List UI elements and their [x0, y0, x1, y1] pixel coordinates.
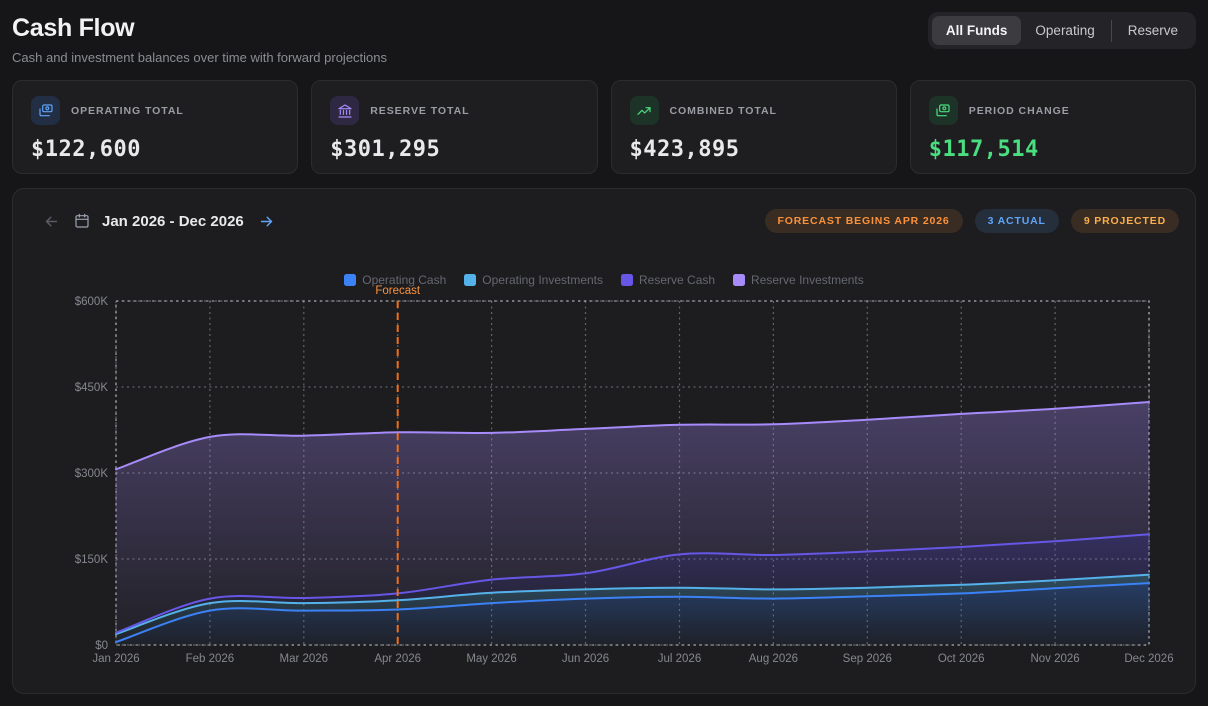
svg-text:Jun 2026: Jun 2026	[562, 653, 609, 665]
trending-up-icon	[630, 96, 659, 125]
banknotes-icon	[929, 96, 958, 125]
calendar-icon	[74, 213, 90, 229]
stat-card-period-change: PERIOD CHANGE $117,514	[910, 80, 1196, 174]
legend-item-reserve-cash[interactable]: Reserve Cash	[621, 273, 715, 287]
chart-legend: Operating Cash Operating Investments Reser…	[13, 273, 1195, 287]
svg-text:Oct 2026: Oct 2026	[938, 653, 985, 665]
svg-text:May 2026: May 2026	[466, 653, 517, 665]
svg-text:Dec 2026: Dec 2026	[1124, 653, 1173, 665]
legend-swatch	[733, 274, 745, 286]
svg-text:Jan 2026: Jan 2026	[92, 653, 139, 665]
legend-label: Reserve Investments	[751, 273, 864, 287]
svg-text:$300K: $300K	[75, 468, 109, 480]
page-subtitle: Cash and investment balances over time w…	[12, 50, 1196, 65]
actual-count-badge: 3 ACTUAL	[975, 209, 1059, 233]
legend-swatch	[464, 274, 476, 286]
svg-text:$600K: $600K	[75, 296, 109, 308]
svg-text:$0: $0	[95, 640, 108, 652]
svg-text:$150K: $150K	[75, 554, 109, 566]
legend-label: Operating Cash	[362, 273, 446, 287]
date-range-nav: Jan 2026 - Dec 2026	[41, 211, 277, 232]
forecast-begins-badge: FORECAST BEGINS APR 2026	[765, 209, 963, 233]
stat-label: COMBINED TOTAL	[670, 105, 777, 117]
projected-count-badge: 9 PROJECTED	[1071, 209, 1179, 233]
legend-label: Operating Investments	[482, 273, 603, 287]
stats-row: OPERATING TOTAL $122,600 RESERVE TOTAL $…	[12, 80, 1196, 174]
stat-card-reserve-total: RESERVE TOTAL $301,295	[311, 80, 597, 174]
stat-value: $117,514	[929, 137, 1177, 162]
svg-text:Nov 2026: Nov 2026	[1030, 653, 1079, 665]
legend-item-operating-cash[interactable]: Operating Cash	[344, 273, 446, 287]
legend-swatch	[344, 274, 356, 286]
svg-text:Mar 2026: Mar 2026	[280, 653, 329, 665]
divider	[1111, 20, 1112, 42]
fund-filter-all-funds[interactable]: All Funds	[932, 16, 1022, 45]
stat-label: PERIOD CHANGE	[969, 105, 1070, 117]
chart-badges: FORECAST BEGINS APR 2026 3 ACTUAL 9 PROJ…	[765, 209, 1180, 233]
cash-flow-chart-card: Jan 2026 - Dec 2026 FORECAST BEGINS APR …	[12, 188, 1196, 694]
chart-header: Jan 2026 - Dec 2026 FORECAST BEGINS APR …	[41, 209, 1179, 233]
svg-text:Jul 2026: Jul 2026	[658, 653, 701, 665]
svg-text:Sep 2026: Sep 2026	[843, 653, 892, 665]
legend-swatch	[621, 274, 633, 286]
stat-label: RESERVE TOTAL	[370, 105, 469, 117]
svg-text:Apr 2026: Apr 2026	[374, 653, 421, 665]
fund-filter-reserve[interactable]: Reserve	[1114, 16, 1192, 45]
legend-label: Reserve Cash	[639, 273, 715, 287]
fund-filter-operating[interactable]: Operating	[1021, 16, 1108, 45]
legend-item-operating-investments[interactable]: Operating Investments	[464, 273, 603, 287]
svg-text:$450K: $450K	[75, 382, 109, 394]
cash-flow-chart[interactable]: Forecast $0$150K$300K$450K$600KJan 2026F…	[13, 189, 1196, 694]
cash-flow-page: Cash Flow Cash and investment balances o…	[0, 0, 1208, 706]
stat-card-operating-total: OPERATING TOTAL $122,600	[12, 80, 298, 174]
page-header: Cash Flow Cash and investment balances o…	[12, 12, 1196, 80]
next-period-icon[interactable]	[256, 211, 277, 232]
fund-filter: All Funds Operating Reserve	[928, 12, 1196, 49]
stat-value: $423,895	[630, 137, 878, 162]
prev-period-icon[interactable]	[41, 211, 62, 232]
banknotes-icon	[31, 96, 60, 125]
bank-icon	[330, 96, 359, 125]
svg-text:Aug 2026: Aug 2026	[749, 653, 798, 665]
stat-card-combined-total: COMBINED TOTAL $423,895	[611, 80, 897, 174]
date-range-label: Jan 2026 - Dec 2026	[102, 213, 244, 230]
stat-label: OPERATING TOTAL	[71, 105, 184, 117]
svg-text:Feb 2026: Feb 2026	[186, 653, 235, 665]
legend-item-reserve-investments[interactable]: Reserve Investments	[733, 273, 864, 287]
stat-value: $301,295	[330, 137, 578, 162]
stat-value: $122,600	[31, 137, 279, 162]
